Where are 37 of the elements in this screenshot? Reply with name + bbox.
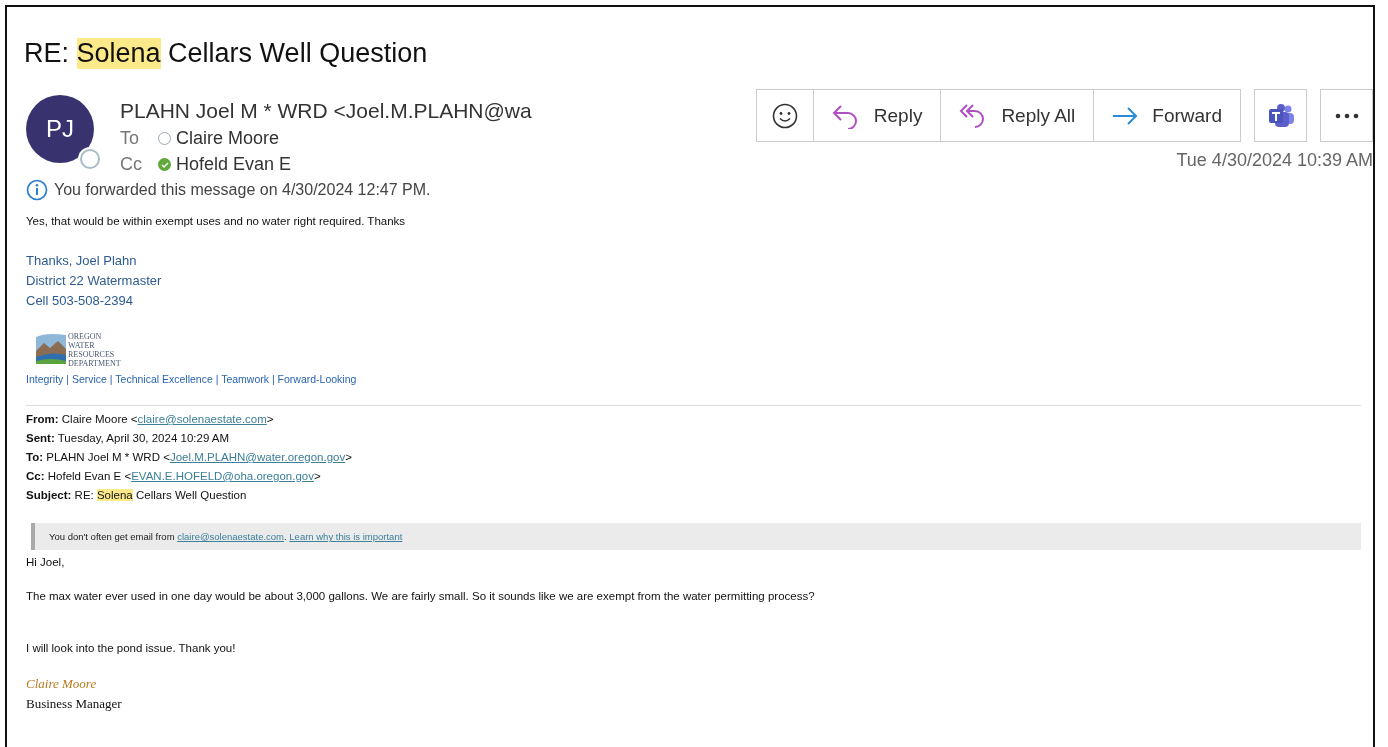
sent-date: Tue 4/30/2024 10:39 AM — [1176, 150, 1373, 171]
email-link[interactable]: claire@solenaestate.com — [137, 413, 267, 425]
message-paragraph: Hi Joel, — [26, 556, 66, 568]
header-line: Cc: Hofeld Evan E <EVAN.E.HOFELD@oha.oregon.gov> — [26, 469, 322, 484]
reply-text: Yes, that would be within exempt uses and no water right required. Thanks — [26, 215, 407, 227]
signature-name: Claire Moore — [26, 676, 98, 692]
email-link[interactable]: Joel.M.PLAHN@water.oregon.gov — [169, 451, 346, 463]
learn-more-link[interactable]: Learn why this is important — [289, 531, 403, 542]
recipient-name[interactable]: Hofeld Evan E — [176, 154, 292, 175]
values-line: Integrity | Service | Technical Excellence | Teamwork | Forward-Looking — [26, 373, 358, 385]
header-line: To: PLAHN Joel M * WRD <Joel.M.PLAHN@water.oregon.gov> — [26, 450, 353, 465]
agency-logo: OREGON WATER RESOURCES DEPARTMENT — [34, 331, 144, 369]
signature-title: Business Manager — [26, 696, 123, 712]
header-line: From: Claire Moore <claire@solenaestate.com> — [26, 412, 275, 427]
reply-arrow-icon — [831, 102, 860, 129]
email-link[interactable]: EVAN.E.HOFELD@oha.oregon.gov — [131, 470, 314, 482]
message-paragraph: The max water ever used in one day would be about 3,000 gallons. We are fairly small. So it sounds like we are exempt from the water permitting process? — [26, 590, 816, 602]
forward-arrow-icon — [1112, 106, 1139, 125]
notice-text: You don't often get email from claire@solenaestate.com. Learn why this is important — [49, 531, 403, 542]
email-subject: RE: Solena Cellars Well Question — [24, 36, 429, 71]
signature-line: Thanks, Joel Plahn — [26, 252, 138, 270]
header-line: Sent: Tuesday, April 30, 2024 10:29 AM — [26, 431, 231, 446]
signature-line: Cell 503-508-2394 — [26, 292, 134, 310]
presence-icon — [80, 149, 100, 169]
message-paragraph: I will look into the pond issue. Thank you! — [26, 642, 237, 654]
recipient-label: Cc — [120, 154, 143, 175]
header-line: Subject: RE: Solena Cellars Well Question — [26, 488, 248, 503]
teams-icon — [1266, 102, 1295, 129]
signature-line: District 22 Watermaster — [26, 272, 163, 290]
sender-name[interactable]: PLAHN Joel M * WRD <Joel.M.PLAHN@wa — [120, 99, 560, 123]
info-icon — [26, 179, 48, 201]
more-icon — [1334, 112, 1359, 119]
recipient-name[interactable]: Claire Moore — [176, 128, 280, 149]
forwarded-info: You forwarded this message on 4/30/2024 12:47 PM. — [54, 181, 431, 199]
recipient-label: To — [120, 128, 140, 149]
teams-button[interactable] — [1254, 89, 1307, 142]
smiley-icon — [771, 102, 798, 129]
